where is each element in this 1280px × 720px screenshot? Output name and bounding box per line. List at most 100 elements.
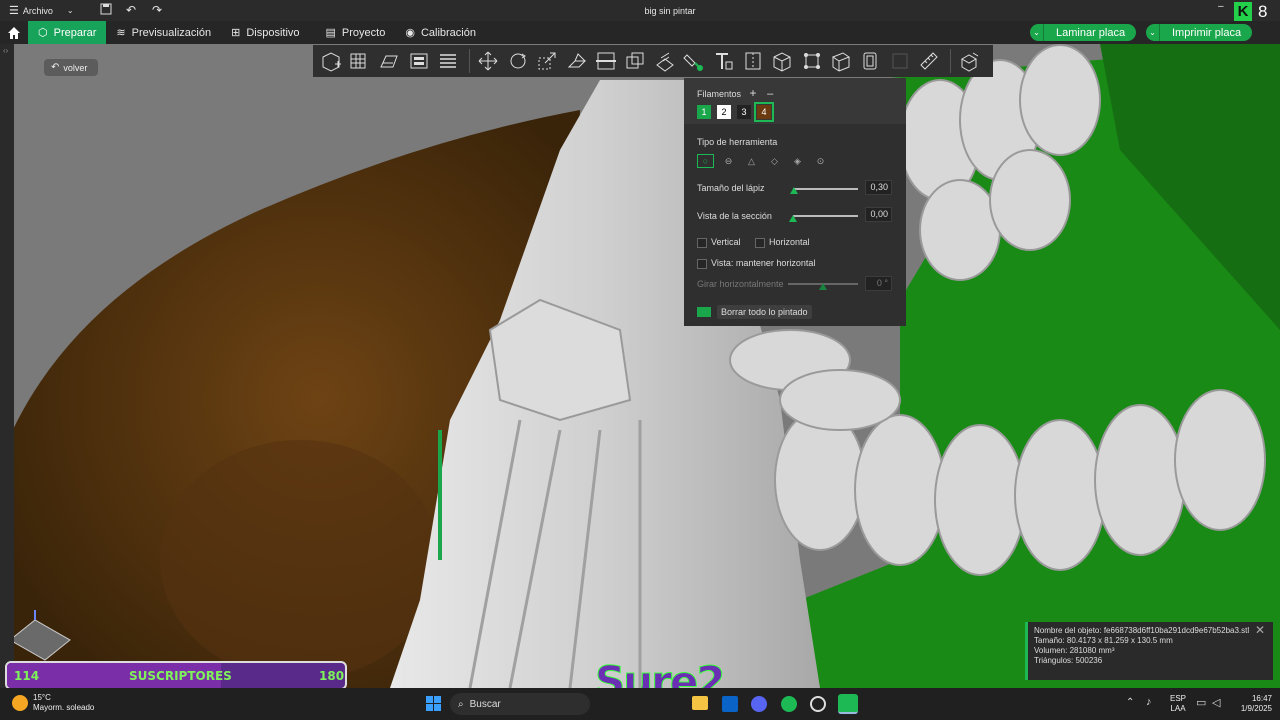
clock-time: 16:47 bbox=[1251, 694, 1272, 703]
weather-widget[interactable]: 15°C Mayorm. soleado bbox=[12, 693, 94, 713]
network-icon[interactable]: ▭ bbox=[1196, 696, 1206, 709]
add-plate-icon[interactable] bbox=[346, 48, 373, 75]
assembly-icon[interactable] bbox=[857, 48, 884, 75]
section-view-value[interactable]: 0,00 bbox=[865, 207, 892, 222]
search-label: Buscar bbox=[469, 698, 501, 710]
rotate-value: 0 ° bbox=[865, 276, 892, 291]
ruler-icon[interactable] bbox=[916, 48, 943, 75]
vertical-label: Vertical bbox=[711, 237, 741, 247]
model-render bbox=[0, 44, 1280, 688]
tab-dispositivo[interactable]: ⊞ Dispositivo bbox=[221, 21, 309, 44]
clock[interactable]: 16:47 1/9/2025 bbox=[1232, 694, 1272, 714]
language-indicator[interactable]: ESP LAA bbox=[1170, 694, 1186, 714]
filament-swatch-4[interactable]: 4 bbox=[754, 102, 774, 122]
3d-viewport[interactable] bbox=[0, 44, 1280, 688]
section-view-track[interactable] bbox=[793, 215, 858, 217]
triangle-brush-icon[interactable]: △ bbox=[743, 155, 760, 169]
boolean-icon[interactable] bbox=[622, 48, 649, 75]
horizontal-option[interactable]: Horizontal bbox=[755, 237, 810, 248]
pencil-size-slider[interactable] bbox=[790, 187, 799, 194]
imprimir-button[interactable]: ⌄ Imprimir placa bbox=[1146, 24, 1252, 41]
tab-label: Dispositivo bbox=[246, 26, 300, 39]
object-triangles: Triángulos: 500236 bbox=[1034, 656, 1103, 665]
vertical-checkbox[interactable] bbox=[697, 237, 707, 248]
seam-icon[interactable] bbox=[739, 48, 766, 75]
scale-icon[interactable] bbox=[534, 48, 561, 75]
filament-swatch-1[interactable]: 1 bbox=[697, 105, 711, 119]
home-button[interactable] bbox=[0, 21, 28, 44]
toolbar-divider bbox=[950, 49, 952, 73]
rotate-label: Girar horizontalmente bbox=[697, 279, 784, 289]
laminar-label: Laminar placa bbox=[1056, 26, 1126, 39]
keep-horizontal-option[interactable]: Vista: mantener horizontal bbox=[697, 258, 815, 269]
clear-paint-button[interactable]: Borrar todo lo pintado bbox=[717, 305, 812, 319]
file-explorer-icon[interactable] bbox=[692, 696, 708, 710]
assembly-view-icon[interactable] bbox=[956, 48, 983, 75]
section-view-label: Vista de la sección bbox=[697, 211, 772, 221]
measure-points-icon[interactable] bbox=[798, 48, 825, 75]
pencil-size-value[interactable]: 0,30 bbox=[865, 180, 892, 195]
rotate-icon[interactable] bbox=[504, 48, 531, 75]
sun-icon bbox=[12, 695, 28, 711]
arrange-icon[interactable] bbox=[405, 48, 432, 75]
height-range-icon[interactable]: ◇ bbox=[766, 155, 783, 169]
badge-number: 8 bbox=[1258, 1, 1268, 21]
taskbar-search[interactable]: ⌕ Buscar bbox=[450, 693, 590, 715]
expand-icon[interactable]: ‹› bbox=[3, 46, 8, 55]
hollow-icon[interactable] bbox=[769, 48, 796, 75]
filament-swatches: 1234 bbox=[697, 102, 777, 122]
microphone-icon[interactable]: ♪ bbox=[1146, 696, 1152, 708]
section-view-slider[interactable] bbox=[789, 215, 797, 222]
back-button[interactable]: ↶ volver bbox=[44, 59, 98, 76]
horizontal-checkbox[interactable] bbox=[755, 237, 765, 248]
chevron-up-icon[interactable]: ⌃ bbox=[1126, 697, 1134, 708]
color-paint-icon[interactable] bbox=[681, 48, 708, 75]
text-icon[interactable] bbox=[710, 48, 737, 75]
lang-top: ESP bbox=[1170, 694, 1187, 703]
add-object-icon[interactable] bbox=[317, 48, 344, 75]
pencil-size-track[interactable] bbox=[793, 188, 858, 190]
chevron-down-icon[interactable]: ⌄ bbox=[1030, 24, 1044, 41]
left-collapse-strip[interactable]: ‹› bbox=[0, 44, 14, 688]
gap-fill-icon[interactable]: ⊙ bbox=[812, 155, 829, 169]
keep-horizontal-checkbox[interactable] bbox=[697, 258, 707, 269]
vertical-option[interactable]: Vertical bbox=[697, 237, 741, 248]
tab-proyecto[interactable]: ▤ Proyecto bbox=[316, 21, 396, 44]
minimize-button[interactable]: – bbox=[1218, 1, 1224, 12]
rotate-slider bbox=[819, 283, 827, 290]
cube-icon: ⬡ bbox=[38, 27, 48, 39]
subscriber-goal-bar: 114 SUSCRIPTORES 180 bbox=[5, 661, 347, 690]
outlook-icon[interactable] bbox=[722, 696, 738, 712]
tab-calibracion[interactable]: ◉ Calibración bbox=[395, 21, 486, 44]
start-button[interactable] bbox=[426, 696, 441, 711]
volume-icon[interactable]: ◁ bbox=[1212, 696, 1220, 709]
laminar-button[interactable]: ⌄ Laminar placa bbox=[1030, 24, 1136, 41]
split-icon[interactable] bbox=[828, 48, 855, 75]
bambu-studio-icon[interactable] bbox=[838, 694, 858, 714]
object-name: Nombre del objeto: fe668738d6ff10ba291dc… bbox=[1034, 626, 1250, 635]
close-icon[interactable]: ✕ bbox=[1255, 624, 1265, 636]
fill-bucket-icon[interactable]: ◈ bbox=[789, 155, 806, 169]
support-paint-icon[interactable] bbox=[651, 48, 678, 75]
filament-swatch-2[interactable]: 2 bbox=[717, 105, 731, 119]
circle-brush-icon[interactable]: ○ bbox=[697, 154, 714, 168]
lang-bottom: LAA bbox=[1170, 704, 1186, 713]
move-icon[interactable] bbox=[475, 48, 502, 75]
discord-icon[interactable] bbox=[751, 696, 767, 712]
orient-icon[interactable] bbox=[376, 48, 403, 75]
remove-filament-button[interactable]: – bbox=[767, 88, 773, 100]
tab-previsualizacion[interactable]: ≋ Previsualización bbox=[106, 21, 221, 44]
filament-swatch-3[interactable]: 3 bbox=[737, 105, 751, 119]
lay-on-face-icon[interactable] bbox=[563, 48, 590, 75]
layers-list-icon[interactable] bbox=[435, 48, 462, 75]
toolbar-divider bbox=[468, 49, 470, 73]
spotify-icon[interactable] bbox=[781, 696, 797, 712]
tab-preparar[interactable]: ⬡ Preparar bbox=[28, 21, 107, 44]
obs-icon[interactable] bbox=[810, 696, 826, 712]
tab-label: Calibración bbox=[420, 26, 476, 39]
chevron-down-icon[interactable]: ⌄ bbox=[1146, 24, 1160, 41]
tab-label: Preparar bbox=[53, 26, 97, 39]
sphere-brush-icon[interactable]: ⊖ bbox=[720, 155, 737, 169]
cut-icon[interactable] bbox=[593, 48, 620, 75]
add-filament-button[interactable]: + bbox=[750, 86, 757, 100]
